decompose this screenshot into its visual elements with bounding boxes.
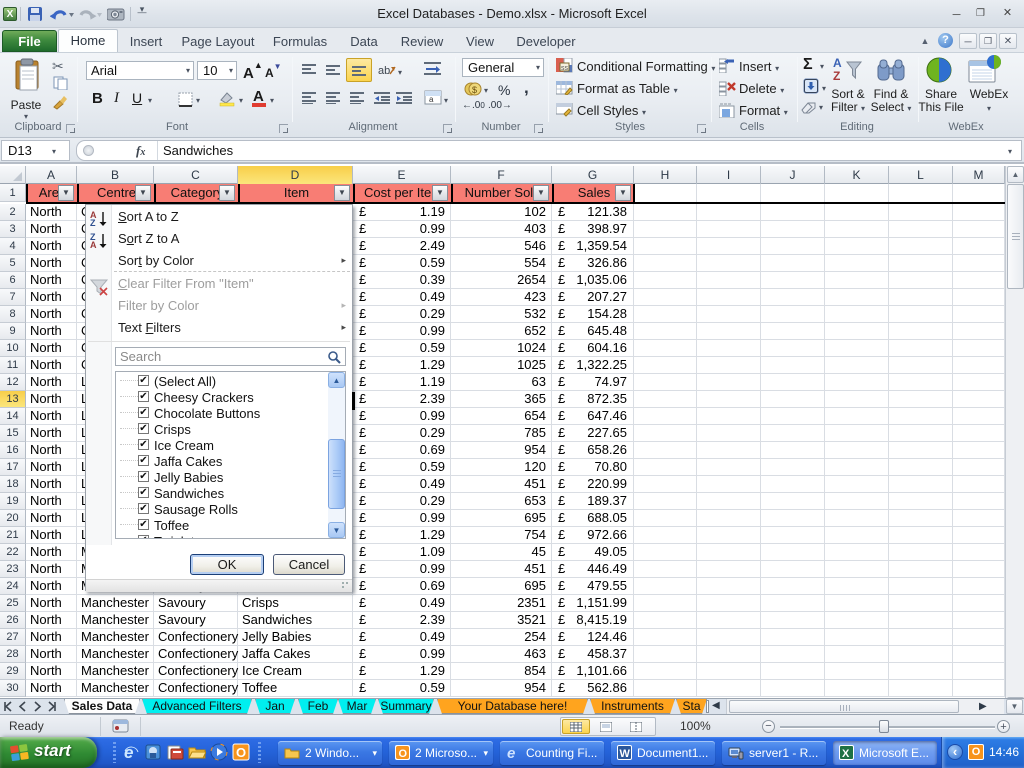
- svg-text:ab: ab: [378, 65, 390, 77]
- svg-text:A: A: [833, 56, 842, 70]
- svg-text:a: a: [429, 95, 434, 104]
- svg-text:Z: Z: [833, 69, 840, 83]
- svg-text:O: O: [236, 745, 246, 760]
- svg-text:e: e: [124, 743, 133, 761]
- svg-text:W: W: [620, 748, 631, 760]
- svg-text:Z: Z: [90, 218, 96, 227]
- svg-text:O: O: [399, 748, 408, 760]
- svg-text:A: A: [90, 240, 97, 249]
- svg-text:e: e: [507, 745, 515, 760]
- svg-text:ss: ss: [561, 65, 569, 72]
- svg-text:X: X: [842, 748, 850, 760]
- svg-text:$: $: [472, 85, 477, 95]
